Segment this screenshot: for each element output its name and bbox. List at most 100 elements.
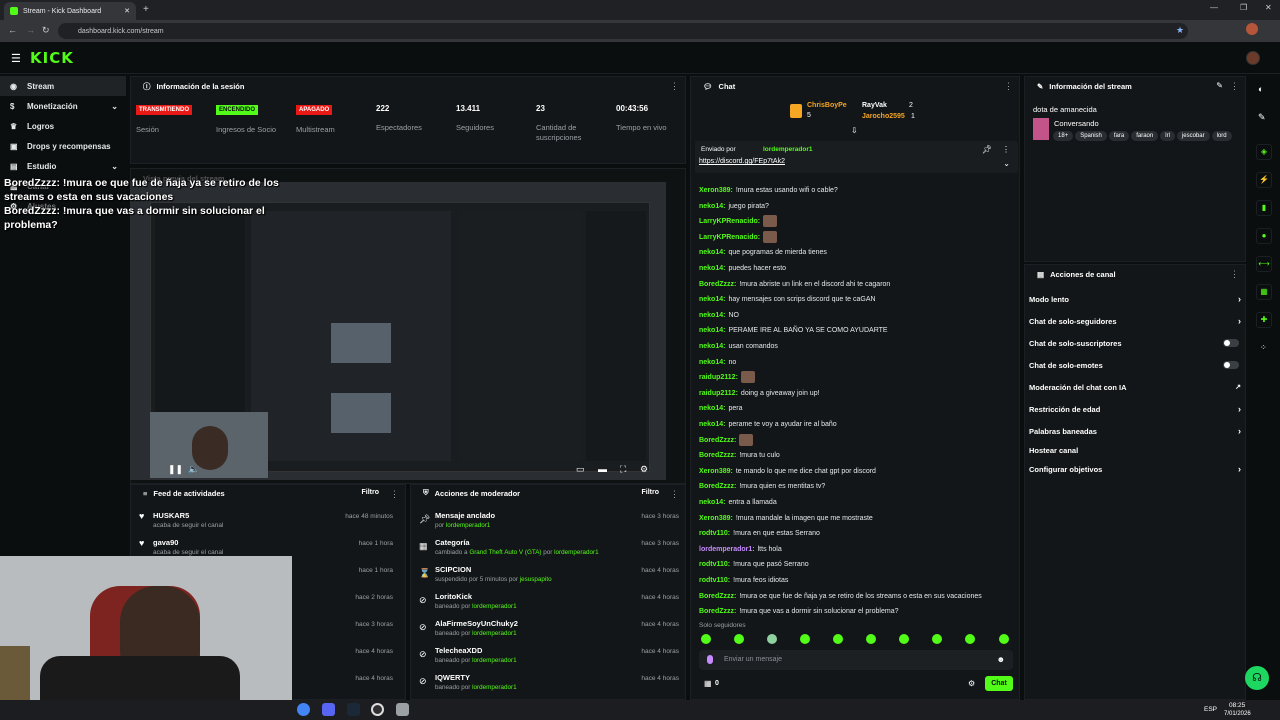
pinned-link[interactable]: https://discord.gg/FEp7tAk2 xyxy=(699,158,785,165)
forward-icon[interactable]: → xyxy=(26,25,35,35)
send-chat-button[interactable]: Chat xyxy=(985,676,1013,691)
chat-username[interactable]: neko14: xyxy=(699,296,725,303)
back-icon[interactable]: ← xyxy=(8,25,17,35)
kick-logo[interactable]: KICK xyxy=(30,49,74,67)
chat-menu-icon[interactable]: ⋮ xyxy=(1004,81,1013,92)
chat-username[interactable]: BoredZzzz: xyxy=(699,452,736,459)
chat-settings-icon[interactable]: ⚙ xyxy=(968,679,975,688)
chat-username[interactable]: Xeron389: xyxy=(699,187,733,194)
leader-name[interactable]: Jarocho2595 xyxy=(862,113,905,120)
new-tab-button[interactable]: + xyxy=(143,4,149,15)
session-menu-icon[interactable]: ⋮ xyxy=(670,81,679,92)
chat-username[interactable]: neko14: xyxy=(699,343,725,350)
rail-pencil-icon[interactable]: ✎ xyxy=(1258,112,1266,123)
chat-username[interactable]: Xeron389: xyxy=(699,468,733,475)
action-configure-goals[interactable]: Configurar objetivos › xyxy=(1029,459,1241,479)
chat-username[interactable]: rodtv110: xyxy=(699,561,730,568)
rail-link-icon[interactable]: ⟷ xyxy=(1256,256,1272,272)
discord-taskbar-icon[interactable] xyxy=(322,703,335,716)
chat-username[interactable]: neko14: xyxy=(699,327,725,334)
action-age-restriction[interactable]: Restricción de edad › xyxy=(1029,399,1241,419)
emote-icon[interactable] xyxy=(701,634,711,644)
chat-username[interactable]: lordemperador1: xyxy=(699,546,755,553)
chat-username[interactable]: raidup2112: xyxy=(699,390,738,397)
chat-username[interactable]: neko14: xyxy=(699,249,725,256)
steam-taskbar-icon[interactable] xyxy=(347,703,360,716)
app-taskbar-icon[interactable] xyxy=(396,703,409,716)
sidebar-item-estudio[interactable]: ▤ Estudio ⌄ xyxy=(0,156,126,176)
chrome-taskbar-icon[interactable] xyxy=(297,703,310,716)
chevron-down-icon[interactable]: ⌄ xyxy=(1003,159,1010,168)
action-banned-words[interactable]: Palabras baneadas › xyxy=(1029,421,1241,441)
close-window-icon[interactable]: ✕ xyxy=(1265,3,1272,12)
action-host-channel[interactable]: Hostear canal xyxy=(1029,440,1241,460)
rail-grid-icon[interactable]: ▦ xyxy=(1256,284,1272,300)
pin-icon[interactable]: 📌︎ xyxy=(982,145,992,154)
chat-username[interactable]: LarryKPRenacido: xyxy=(699,218,760,225)
sidebar-item-monetizacion[interactable]: $ Monetización ⌄ xyxy=(0,96,126,116)
rail-doc-icon[interactable]: ▮ xyxy=(1256,200,1272,216)
chat-username[interactable]: BoredZzzz: xyxy=(699,281,736,288)
emoji-icon[interactable]: ☻ xyxy=(997,655,1005,664)
rail-chat-icon[interactable]: ● xyxy=(1256,228,1272,244)
chat-username[interactable]: Xeron389: xyxy=(699,515,733,522)
chat-username[interactable]: neko14: xyxy=(699,359,725,366)
menu-icon[interactable]: ☰ xyxy=(11,52,21,65)
emote-icon[interactable] xyxy=(833,634,843,644)
emote-icon[interactable] xyxy=(866,634,876,644)
user-avatar[interactable] xyxy=(1246,51,1260,65)
reload-icon[interactable]: ↻ xyxy=(42,25,50,36)
chat-input[interactable]: Enviar un mensaje ☻ xyxy=(699,650,1013,670)
chat-username[interactable]: rodtv110: xyxy=(699,577,730,584)
bookmark-star-icon[interactable]: ★ xyxy=(1176,25,1184,36)
sidebar-item-logros[interactable]: ♛ Logros xyxy=(0,116,126,136)
settings-gear-icon[interactable]: ⚙ xyxy=(640,464,648,475)
pause-icon[interactable]: ❚❚ xyxy=(168,464,183,475)
clock-date[interactable]: 7/01/2026 xyxy=(1224,711,1251,717)
action-slow-mode[interactable]: Modo lento › xyxy=(1029,289,1241,309)
feed-filter-button[interactable]: Filtro xyxy=(362,489,380,496)
action-followers-only[interactable]: Chat de solo-seguidores › xyxy=(1029,311,1241,331)
emote-icon[interactable] xyxy=(999,634,1009,644)
chat-username[interactable]: BoredZzzz: xyxy=(699,593,736,600)
pinned-menu-icon[interactable]: ⋮ xyxy=(1002,145,1010,154)
chat-username[interactable]: BoredZzzz: xyxy=(699,437,736,444)
chat-username[interactable]: rodtv110: xyxy=(699,530,730,537)
rail-top-icon[interactable]: ◐ xyxy=(1258,84,1263,94)
chat-username[interactable]: neko14: xyxy=(699,203,725,210)
fullscreen-icon[interactable]: ⛶ xyxy=(620,464,626,475)
maximize-icon[interactable]: ❐ xyxy=(1240,3,1247,12)
browser-tab[interactable]: Stream - Kick Dashboard ✕ xyxy=(4,2,136,20)
emote-icon[interactable] xyxy=(965,634,975,644)
mod-filter-button[interactable]: Filtro xyxy=(642,489,660,496)
edit-icon[interactable]: ✎ xyxy=(1216,81,1223,90)
help-button[interactable]: ☊ xyxy=(1245,666,1269,690)
emote-icon[interactable] xyxy=(932,634,942,644)
rail-tool-icon[interactable]: ✚ xyxy=(1256,312,1272,328)
sidebar-item-stream[interactable]: ◉ Stream xyxy=(0,76,126,96)
chat-username[interactable]: neko14: xyxy=(699,405,725,412)
rail-bolt-icon[interactable]: ⚡ xyxy=(1256,172,1272,188)
chat-username[interactable]: raidup2112: xyxy=(699,374,738,381)
feed-menu-icon[interactable]: ⋮ xyxy=(390,489,399,500)
chat-username[interactable]: LarryKPRenacido: xyxy=(699,234,760,241)
minimize-icon[interactable]: — xyxy=(1210,3,1218,12)
emote-icon[interactable] xyxy=(734,634,744,644)
obs-taskbar-icon[interactable] xyxy=(371,703,384,716)
clock-time[interactable]: 08:25 xyxy=(1229,702,1245,709)
emote-icon[interactable] xyxy=(800,634,810,644)
language-indicator[interactable]: ESP xyxy=(1204,706,1217,713)
theater-icon[interactable]: ▬ xyxy=(598,464,607,474)
action-ai-moderation[interactable]: Moderación del chat con IA ↗ xyxy=(1029,377,1241,397)
subscribers-only-toggle[interactable] xyxy=(1223,339,1239,347)
rail-apps-icon[interactable]: ⁘ xyxy=(1260,343,1267,352)
pip-icon[interactable]: ▭ xyxy=(576,464,585,475)
points-icon[interactable]: ▦ xyxy=(704,679,712,688)
chat-username[interactable]: BoredZzzz: xyxy=(699,608,736,615)
pinned-user[interactable]: lordemperador1 xyxy=(763,146,813,153)
channel-actions-menu-icon[interactable]: ⋮ xyxy=(1230,269,1239,280)
emote-icon[interactable] xyxy=(767,634,777,644)
chat-username[interactable]: BoredZzzz: xyxy=(699,483,736,490)
expand-icon[interactable]: ⇩ xyxy=(851,126,858,135)
mod-menu-icon[interactable]: ⋮ xyxy=(670,489,679,500)
